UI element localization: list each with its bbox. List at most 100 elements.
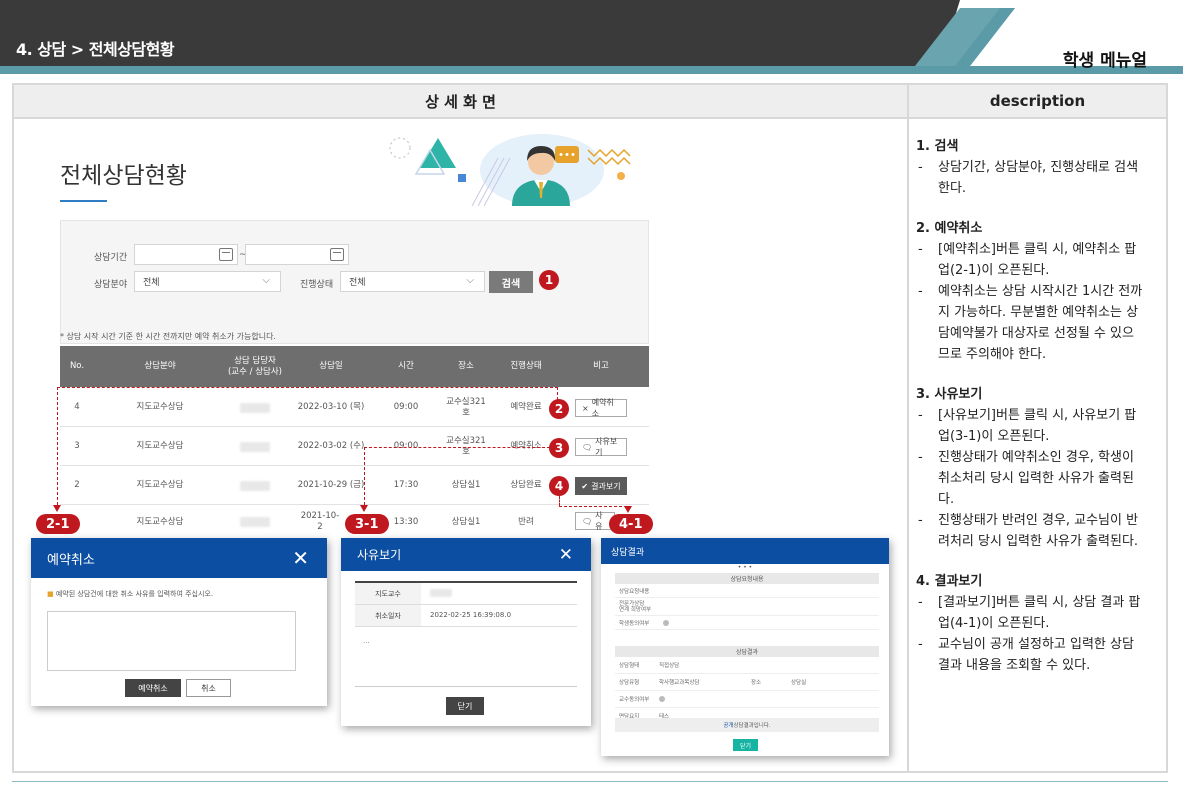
th-status: 진행상태: [510, 361, 542, 371]
th-place: 장소: [458, 361, 474, 371]
result-section: 상담결과 상담형태 직접상담 상담유형 학사행교과목상담 장소 상담실 교수동의여부 면…: [615, 646, 879, 725]
field-select[interactable]: 전체 ⌵: [134, 271, 281, 292]
cell-field: 지도교수상담: [136, 516, 184, 527]
description-section-title: 2. 예약취소: [916, 221, 983, 236]
arrow-down-icon: [360, 505, 368, 512]
status-label: 진행상태: [300, 280, 334, 290]
result-popup: 상담결과 • • • 상담요청내용 상담요청내용 전문가상담 연계 희망여부 학…: [601, 538, 889, 756]
radio-icon: [659, 696, 665, 702]
close-icon: ×: [582, 403, 589, 413]
comment-icon: 🗨: [582, 442, 593, 452]
description-panel: 1. 검색상담기간, 상담분야, 진행상태로 검색한다. 2. 예약취소 [예약취소…: [916, 136, 1151, 676]
cancel-reservation-button[interactable]: × 예약취소: [575, 398, 627, 418]
reason-popup-title: 사유보기: [357, 548, 402, 562]
cell-time: 09:00: [393, 402, 419, 412]
description-section-title: 4. 결과보기: [916, 574, 983, 589]
cancel-reason-textarea[interactable]: [47, 611, 296, 671]
cell-status: 반려: [518, 516, 534, 527]
screen-column-header: 상 세 화 면: [14, 85, 907, 119]
reason-popup-header: 사유보기 ✕: [341, 538, 591, 571]
screen-title: 전체상담현황: [60, 163, 187, 189]
step-badge-3: 3: [549, 438, 569, 458]
popup-badge-3-1: 3-1: [345, 514, 389, 534]
cell-field: 지도교수상담: [136, 441, 184, 451]
step-badge-1: 1: [539, 270, 559, 290]
result-row: 학생동의여부: [615, 616, 879, 630]
close-icon[interactable]: ✕: [559, 545, 573, 565]
close-icon[interactable]: ✕: [292, 546, 309, 570]
description-item: 교수님이 공개 설정하고 입력한 상담결과 내용을 조회할 수 있다.: [916, 634, 1151, 676]
description-list: [결과보기]버튼 클릭 시, 상담 결과 팝업(4-1)이 오픈된다.교수님이 …: [916, 592, 1151, 676]
reason-row: 취소일자 2022-02-25 16:39:08.0: [355, 605, 577, 627]
period-end-input[interactable]: [245, 244, 349, 265]
cell-no: 3: [74, 441, 80, 451]
cancel-popup-header: 예약취소 ✕: [31, 538, 327, 578]
result-row: 교수동의여부: [615, 691, 879, 708]
description-item: 진행상태가 예약취소인 경우, 학생이 취소처리 당시 입력한 사유가 출력된다…: [916, 447, 1151, 510]
cell-field: 지도교수상담: [136, 402, 184, 412]
description-item: [결과보기]버튼 클릭 시, 상담 결과 팝업(4-1)이 오픈된다.: [916, 592, 1151, 634]
cancel-popup: 예약취소 ✕ ■ 예약된 상담건에 대한 취소 사유를 입력하여 주십시오. 예…: [31, 538, 327, 706]
status-select-value: 전체: [349, 278, 366, 288]
reason-row-value: 2022-02-25 16:39:08.0: [430, 611, 512, 619]
reason-popup: 사유보기 ✕ 지도교수 ■■■ 취소일자 2022-02-25 16:39:08…: [341, 538, 591, 726]
search-button[interactable]: 검색: [489, 271, 533, 293]
description-item: [예약취소]버튼 클릭 시, 예약취소 팝업(2-1)이 오픈된다.: [916, 239, 1151, 281]
more-icon: • • •: [737, 564, 753, 571]
field-select-value: 전체: [143, 278, 160, 288]
consultant-illustration: [389, 134, 631, 207]
calendar-icon[interactable]: [330, 248, 344, 261]
connector-2: [557, 387, 558, 400]
period-start-input[interactable]: [134, 244, 238, 265]
confirm-cancel-button[interactable]: 예약취소: [125, 679, 181, 697]
cell-no: 2: [74, 480, 80, 490]
cell-time: 17:30: [393, 480, 419, 490]
view-reason-button[interactable]: 🗨 사유보기: [575, 437, 627, 457]
connector-4: [559, 506, 627, 507]
description-column-header: description: [909, 85, 1166, 119]
arrow-down-icon: [53, 505, 61, 512]
step-badge-2: 2: [549, 399, 569, 419]
cell-date: 2021-10-29 (금): [297, 480, 365, 490]
cancel-popup-message: ■ 예약된 상담건에 대한 취소 사유를 입력하여 주십시오.: [47, 590, 214, 598]
calendar-icon[interactable]: [219, 248, 233, 261]
result-row: 상담유형 학사행교과목상담 장소 상담실: [615, 674, 879, 691]
popup-badge-4-1: 4-1: [609, 514, 653, 534]
th-staff: 상담 담당자 (교수 / 상담사): [227, 355, 282, 377]
period-label: 상담기간: [94, 253, 128, 263]
reason-divider: [355, 686, 577, 687]
cancel-popup-title: 예약취소: [47, 552, 95, 568]
field-label: 상담분야: [94, 280, 128, 290]
description-item: [사유보기]버튼 클릭 시, 사유보기 팝업(3-1)이 오픈된다.: [916, 405, 1151, 447]
view-result-button[interactable]: ✔ 결과보기: [575, 477, 627, 495]
reason-row-label: 취소일자: [355, 605, 421, 626]
result-request-section: 상담요청내용 상담요청내용 전문가상담 연계 희망여부 학생동의여부: [615, 573, 879, 630]
description-list: [사유보기]버튼 클릭 시, 사유보기 팝업(3-1)이 오픈된다.진행상태가 …: [916, 405, 1151, 552]
cell-date: 2022-03-02 (수): [297, 441, 365, 451]
cell-staff: ■■■: [240, 480, 270, 491]
popup-badge-2-1: 2-1: [36, 514, 80, 534]
close-button[interactable]: 닫기: [733, 739, 758, 751]
description-list: 상담기간, 상담분야, 진행상태로 검색한다.: [916, 157, 1151, 199]
cell-no: 4: [74, 402, 80, 412]
result-popup-header: 상담결과: [601, 538, 889, 564]
cancel-note: * 상담 시작 시간 기준 한 시간 전까지만 예약 취소가 가능합니다.: [60, 332, 276, 341]
cell-field: 지도교수상담: [136, 480, 184, 490]
check-icon: ✔: [581, 481, 589, 491]
page-title: 4. 상담 > 전체상담현황: [16, 40, 175, 59]
status-select[interactable]: 전체 ⌵: [340, 271, 485, 292]
chevron-down-icon: ⌵: [262, 275, 270, 286]
reason-row-label: 지도교수: [355, 583, 421, 604]
cell-staff: ■■■: [240, 402, 270, 413]
description-section-title: 3. 사유보기: [916, 387, 983, 402]
arrow-down-icon: [624, 506, 632, 513]
cell-status: 예약완료: [510, 402, 542, 412]
bullet-icon: ■: [47, 590, 56, 598]
connector-2: [57, 387, 558, 388]
close-button[interactable]: 닫기: [446, 697, 484, 715]
menu-title: 학생 메뉴얼: [1062, 51, 1147, 71]
th-remark: 비고: [593, 361, 609, 371]
reason-body: ...: [363, 637, 370, 645]
th-field: 상담분야: [144, 361, 176, 371]
close-button[interactable]: 취소: [186, 679, 231, 697]
